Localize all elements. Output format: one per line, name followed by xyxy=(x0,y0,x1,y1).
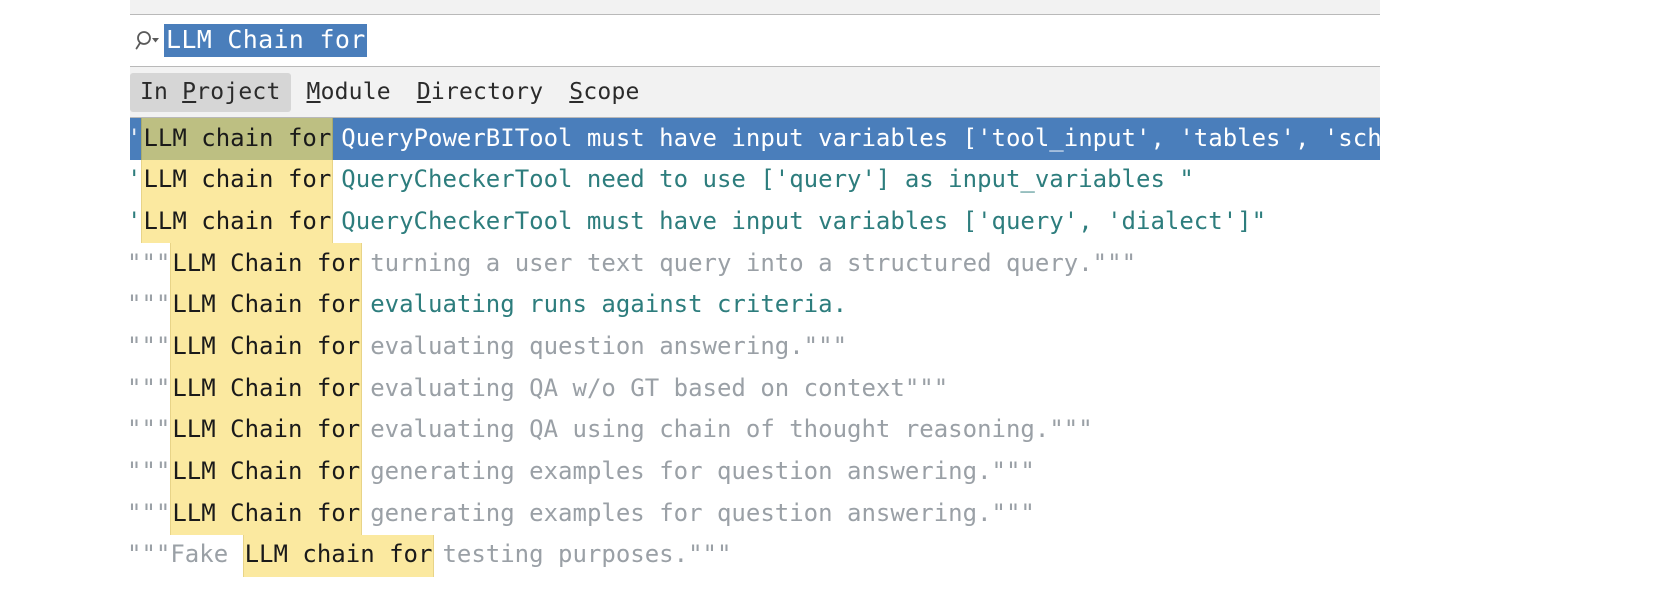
tab-mnemonic: D xyxy=(416,78,431,105)
match-highlight: LLM chain for xyxy=(141,159,334,202)
tab-mnemonic: S xyxy=(569,78,584,105)
scope-tabbar: In Project Module Directory Scope xyxy=(130,67,1380,117)
result-prefix: """ xyxy=(130,331,171,360)
right-gutter xyxy=(1380,0,1660,596)
result-suffix: evaluating question answering.""" xyxy=(370,331,848,360)
match-highlight: LLM Chain for xyxy=(170,493,363,535)
result-suffix: evaluating QA using chain of thought rea… xyxy=(370,415,1093,444)
tab-mnemonic: P xyxy=(182,78,197,105)
result-prefix: ' xyxy=(130,201,141,242)
result-row-content: 'LLM chain forQueryCheckerTool must have… xyxy=(130,201,1267,244)
result-row[interactable]: 'LLM chain forQueryPowerBITool must have… xyxy=(130,118,1380,160)
result-row[interactable]: """ LLM Chain for evaluating runs against … xyxy=(130,284,1380,327)
result-prefix: ' xyxy=(130,118,141,159)
result-prefix: """ xyxy=(130,290,171,319)
tab-label-suffix: odule xyxy=(320,78,391,105)
tab-scope[interactable]: Scope xyxy=(559,73,649,112)
result-row-content: """ LLM Chain for evaluating runs against … xyxy=(130,284,848,327)
result-row-content: """ LLM Chain for generating examples for … xyxy=(130,493,1035,535)
result-suffix: QueryCheckerTool need to use ['query'] a… xyxy=(341,165,1194,194)
match-highlight: LLM chain for xyxy=(141,118,334,160)
result-row[interactable]: 'LLM chain forQueryCheckerTool need to u… xyxy=(130,159,1380,202)
result-suffix: evaluating runs against criteria. xyxy=(370,290,848,319)
result-suffix: QueryCheckerTool must have input variabl… xyxy=(341,206,1267,235)
result-row-content: """ LLM Chain for evaluating QA w/o GT bas… xyxy=(130,368,948,410)
result-row-content: """ LLM Chain for generating examples for … xyxy=(130,451,1035,494)
match-highlight: LLM Chain for xyxy=(170,451,363,494)
result-prefix: ' xyxy=(130,160,141,201)
result-suffix: QueryPowerBITool must have input variabl… xyxy=(341,123,1380,152)
result-suffix: generating examples for question answeri… xyxy=(370,498,1035,527)
tab-directory[interactable]: Directory xyxy=(407,73,553,112)
result-row[interactable]: """Fake LLM chain for testing purposes.""… xyxy=(130,534,1380,577)
result-prefix: """ xyxy=(130,248,171,277)
match-highlight: LLM Chain for xyxy=(170,326,363,369)
result-suffix: evaluating QA w/o GT based on context""" xyxy=(370,373,949,402)
result-row-content: """ LLM Chain for turning a user text quer… xyxy=(130,243,1136,285)
match-highlight: LLM chain for xyxy=(141,201,334,244)
panel-top-strip xyxy=(130,0,1380,15)
result-suffix: generating examples for question answeri… xyxy=(370,457,1035,485)
results-list[interactable]: 'LLM chain forQueryPowerBITool must have… xyxy=(130,118,1380,577)
result-row[interactable]: """ LLM Chain for turning a user text quer… xyxy=(130,243,1380,285)
tab-module[interactable]: Module xyxy=(297,73,401,112)
tab-in-project[interactable]: In Project xyxy=(130,72,291,112)
result-row[interactable]: """ LLM Chain for evaluating QA using chai… xyxy=(130,409,1380,452)
result-row-content: """Fake LLM chain for testing purposes.""… xyxy=(130,534,732,577)
result-prefix: """ xyxy=(130,457,171,485)
result-suffix: turning a user text query into a structu… xyxy=(370,248,1137,277)
match-highlight: LLM Chain for xyxy=(170,284,363,327)
match-highlight: LLM Chain for xyxy=(170,368,363,410)
result-row-content: 'LLM chain forQueryPowerBITool must have… xyxy=(130,118,1380,160)
chevron-down-icon xyxy=(152,37,159,42)
result-row[interactable]: 'LLM chain forQueryCheckerTool must have… xyxy=(130,201,1380,244)
result-row[interactable]: """ LLM Chain for generating examples for … xyxy=(130,493,1380,535)
result-row[interactable]: """ LLM Chain for evaluating QA w/o GT bas… xyxy=(130,368,1380,410)
match-highlight: LLM chain for xyxy=(242,534,435,577)
result-prefix: """ xyxy=(130,415,171,444)
result-row-content: 'LLM chain forQueryCheckerTool need to u… xyxy=(130,159,1194,202)
match-highlight: LLM Chain for xyxy=(170,243,363,285)
result-row[interactable]: """ LLM Chain for evaluating question answ… xyxy=(130,326,1380,369)
tab-label-suffix: cope xyxy=(583,78,640,105)
search-icon[interactable] xyxy=(132,26,164,56)
result-prefix: """ xyxy=(130,498,171,527)
tab-label-suffix: irectory xyxy=(430,78,544,105)
search-row: LLM Chain for xyxy=(130,15,1380,66)
result-suffix: testing purposes.""" xyxy=(442,540,732,569)
result-prefix: """ xyxy=(130,373,171,402)
find-in-path-panel: LLM Chain for In Project Module Directory S… xyxy=(130,0,1380,596)
left-gutter xyxy=(0,0,130,596)
search-input[interactable]: LLM Chain for xyxy=(164,24,367,57)
result-row-content: """ LLM Chain for evaluating question answ… xyxy=(130,326,848,369)
tab-label-suffix: roject xyxy=(196,78,281,105)
result-row-content: """ LLM Chain for evaluating QA using chai… xyxy=(130,409,1093,452)
match-highlight: LLM Chain for xyxy=(170,409,363,452)
result-row[interactable]: """ LLM Chain for generating examples for … xyxy=(130,451,1380,494)
tab-mnemonic: M xyxy=(306,78,321,105)
tab-label-prefix: In xyxy=(140,78,183,105)
screen: LLM Chain for In Project Module Directory S… xyxy=(0,0,1660,596)
result-prefix: """Fake xyxy=(130,540,243,569)
